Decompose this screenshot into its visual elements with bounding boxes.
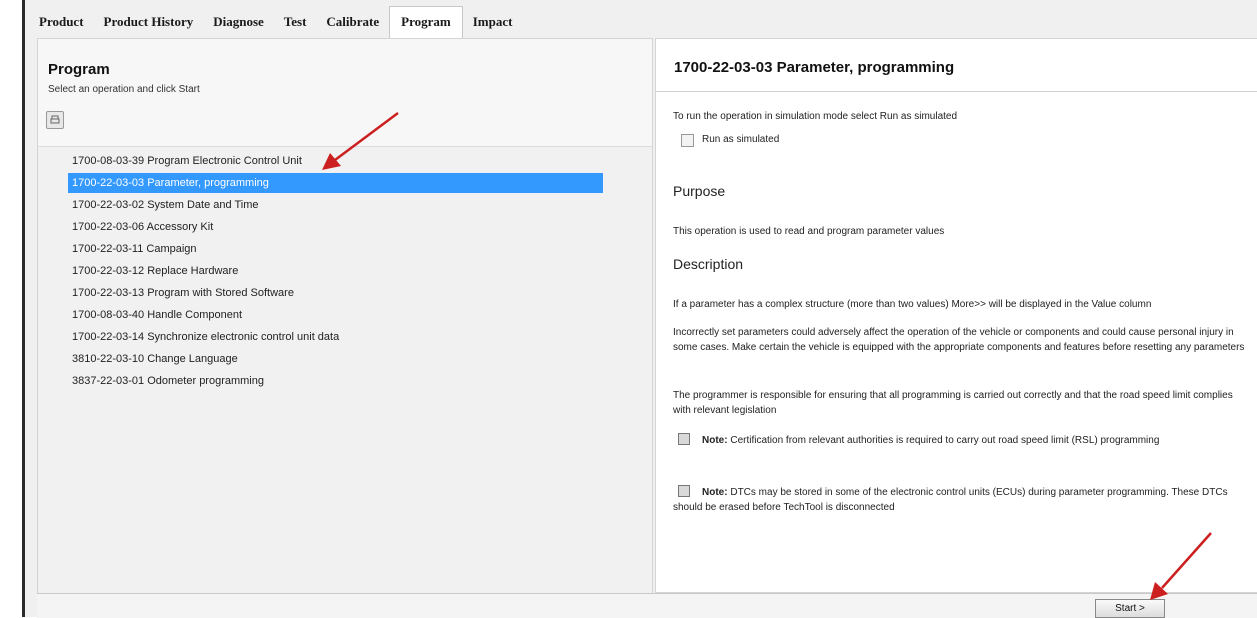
arrow-to-start <box>1150 532 1212 600</box>
annotation-arrows <box>322 111 1212 600</box>
arrow-to-operation <box>322 111 399 170</box>
